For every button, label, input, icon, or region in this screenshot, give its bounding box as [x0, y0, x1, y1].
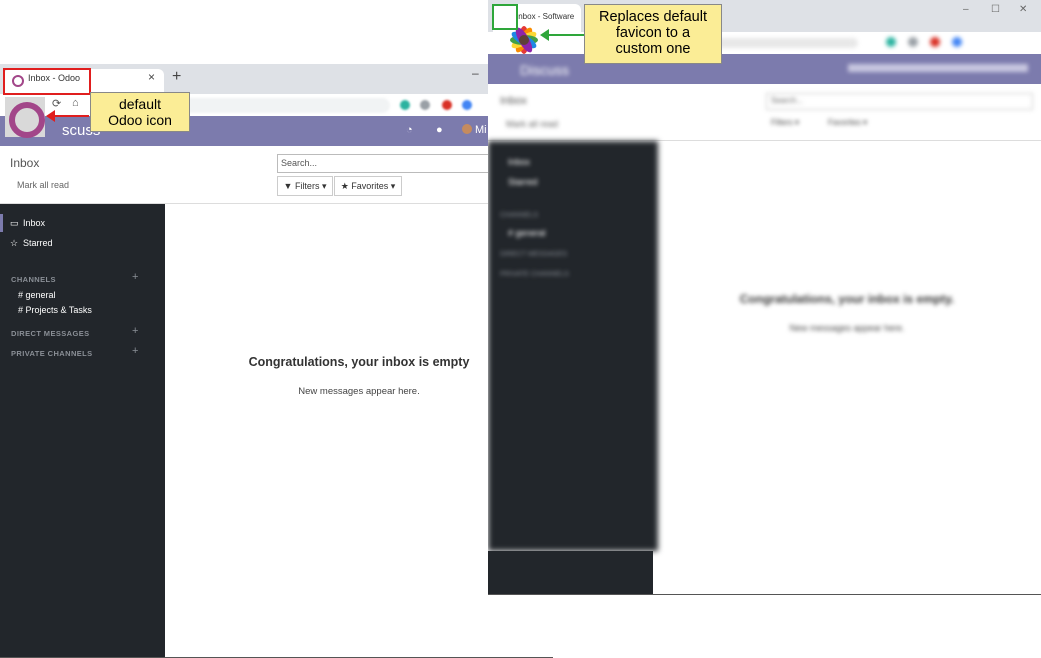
discuss-sidebar-bottom	[488, 551, 653, 594]
right-screenshot: Inbox - Software – ☐ ✕ Discuss Inbox Mar…	[488, 0, 1041, 595]
private-channels-header[interactable]: PRIVATE CHANNELS	[500, 271, 569, 278]
highlight-box	[3, 68, 91, 95]
callout-default-icon: default Odoo icon	[90, 92, 190, 132]
arrow-head-icon	[540, 29, 549, 41]
arrow-icon	[49, 115, 89, 117]
arrow-icon	[546, 34, 584, 36]
callout-text: default Odoo icon	[108, 96, 172, 128]
blurred-toolbar	[488, 36, 1041, 50]
channels-header[interactable]: CHANNELS	[500, 212, 538, 219]
search-placeholder: Search...	[771, 96, 804, 105]
sidebar-item-inbox[interactable]: Inbox	[23, 218, 45, 228]
left-screenshot: Inbox - Odoo × + – ⟳ ⌂ scuss ◔ ● Mi Inbo…	[0, 64, 553, 658]
navbar-user-menu[interactable]	[848, 64, 1028, 72]
sidebar-item-starred[interactable]: Starred	[23, 238, 53, 248]
star-icon: ☆	[10, 238, 19, 248]
tab-close-icon[interactable]: ×	[148, 70, 155, 84]
channel-general[interactable]: # general	[18, 290, 56, 300]
empty-inbox-subtitle: New messages appear here.	[789, 323, 905, 333]
search-input[interactable]	[766, 93, 1033, 110]
add-private-channel-button[interactable]: +	[132, 345, 138, 357]
breadcrumb: Inbox	[10, 156, 40, 170]
discuss-sidebar	[0, 204, 165, 657]
activity-icon[interactable]: ◔	[406, 124, 413, 136]
sidebar-item-starred[interactable]: Starred	[508, 177, 538, 187]
channels-header[interactable]: CHANNELS	[11, 275, 56, 284]
arrow-head-icon	[46, 110, 55, 122]
minimize-button[interactable]: –	[472, 66, 479, 80]
extension-icon[interactable]	[442, 100, 452, 110]
inbox-icon: ▭	[10, 218, 19, 228]
channel-general[interactable]: # general	[508, 228, 546, 238]
filters-button[interactable]: Filters ▾	[771, 118, 799, 127]
mark-all-read-button[interactable]: Mark all read	[17, 180, 69, 190]
sidebar-item-inbox[interactable]: Inbox	[508, 157, 530, 167]
breadcrumb: Inbox	[500, 95, 527, 107]
search-placeholder: Search...	[281, 158, 318, 168]
active-indicator	[0, 214, 3, 232]
favorites-button[interactable]: ★ Favorites ▾	[334, 176, 402, 196]
private-channels-header[interactable]: PRIVATE CHANNELS	[11, 349, 93, 358]
highlight-box	[492, 4, 518, 30]
user-name[interactable]: Mi	[475, 124, 487, 136]
extension-icon[interactable]	[462, 100, 472, 110]
discuss-sidebar	[488, 141, 658, 551]
extension-icon[interactable]	[420, 100, 430, 110]
filters-button[interactable]: ▼ Filters ▾	[277, 176, 333, 196]
app-title: Discuss	[520, 62, 570, 78]
direct-messages-header[interactable]: DIRECT MESSAGES	[11, 329, 90, 338]
empty-inbox-title: Congratulations, your inbox is empty.	[739, 292, 955, 306]
mark-all-read-button[interactable]: Mark all read	[506, 119, 558, 129]
chat-icon[interactable]: ●	[436, 124, 443, 136]
minimize-button[interactable]: –	[963, 4, 969, 15]
home-icon[interactable]: ⌂	[72, 97, 79, 109]
address-bar[interactable]	[180, 98, 390, 113]
callout-text: Replaces default favicon to a custom one	[598, 9, 707, 57]
new-tab-button[interactable]: +	[172, 68, 181, 86]
add-direct-message-button[interactable]: +	[132, 325, 138, 337]
direct-messages-header[interactable]: DIRECT MESSAGES	[500, 251, 567, 258]
channel-projects-tasks[interactable]: # Projects & Tasks	[18, 305, 92, 315]
callout-custom-favicon: Replaces default favicon to a custom one	[584, 4, 722, 64]
favorites-button[interactable]: Favorites ▾	[828, 118, 867, 127]
reload-icon[interactable]: ⟳	[52, 97, 61, 110]
add-channel-button[interactable]: +	[132, 271, 138, 283]
avatar[interactable]	[462, 124, 472, 134]
close-window-button[interactable]: ✕	[1019, 4, 1027, 15]
extension-icon[interactable]	[400, 100, 410, 110]
maximize-button[interactable]: ☐	[991, 4, 1000, 15]
odoo-logo-icon	[9, 102, 45, 138]
